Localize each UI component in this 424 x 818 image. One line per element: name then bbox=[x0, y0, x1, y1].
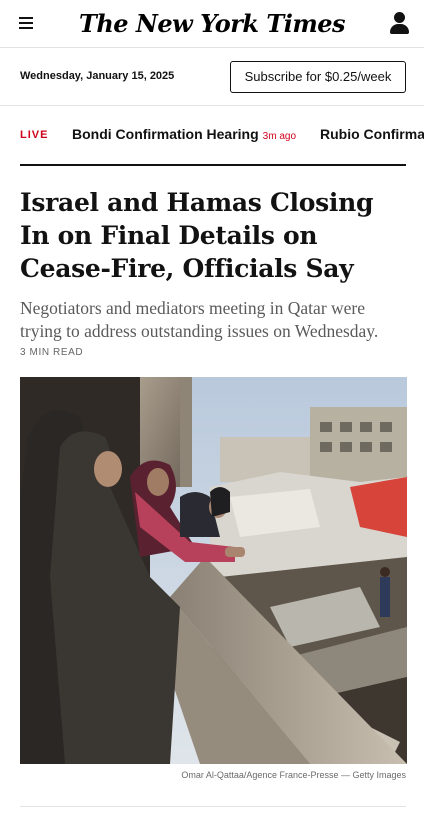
account-button[interactable] bbox=[388, 11, 412, 35]
ticker-item-title: Rubio Confirmation bbox=[320, 126, 424, 142]
site-logo[interactable]: The New York Times bbox=[0, 9, 424, 38]
date-bar: Wednesday, January 15, 2025 Subscribe fo… bbox=[0, 48, 424, 106]
top-bar: The New York Times bbox=[0, 0, 424, 48]
subscribe-button[interactable]: Subscribe for $0.25/week bbox=[230, 61, 406, 93]
current-date: Wednesday, January 15, 2025 bbox=[20, 70, 175, 82]
read-time: 3 MIN READ bbox=[20, 347, 84, 358]
bottom-divider bbox=[20, 806, 406, 807]
live-ticker: LIVE Bondi Confirmation Hearing 3m ago Ru… bbox=[0, 106, 424, 164]
article-headline[interactable]: Israel and Hamas Closing In on Final Det… bbox=[20, 186, 410, 285]
article-summary: Negotiators and mediators meeting in Qat… bbox=[20, 298, 379, 341]
ticker-item-rubio[interactable]: Rubio Confirmation bbox=[320, 126, 424, 142]
ticker-item-title: Bondi Confirmation Hearing bbox=[72, 126, 259, 142]
ticker-item-bondi[interactable]: Bondi Confirmation Hearing 3m ago bbox=[72, 126, 296, 142]
article-photo[interactable] bbox=[20, 377, 407, 764]
live-label: LIVE bbox=[20, 129, 49, 141]
photo-credit: Omar Al-Qattaa/Agence France-Presse — Ge… bbox=[181, 770, 406, 780]
ticker-item-time: 3m ago bbox=[262, 131, 297, 142]
section-divider bbox=[20, 164, 406, 166]
